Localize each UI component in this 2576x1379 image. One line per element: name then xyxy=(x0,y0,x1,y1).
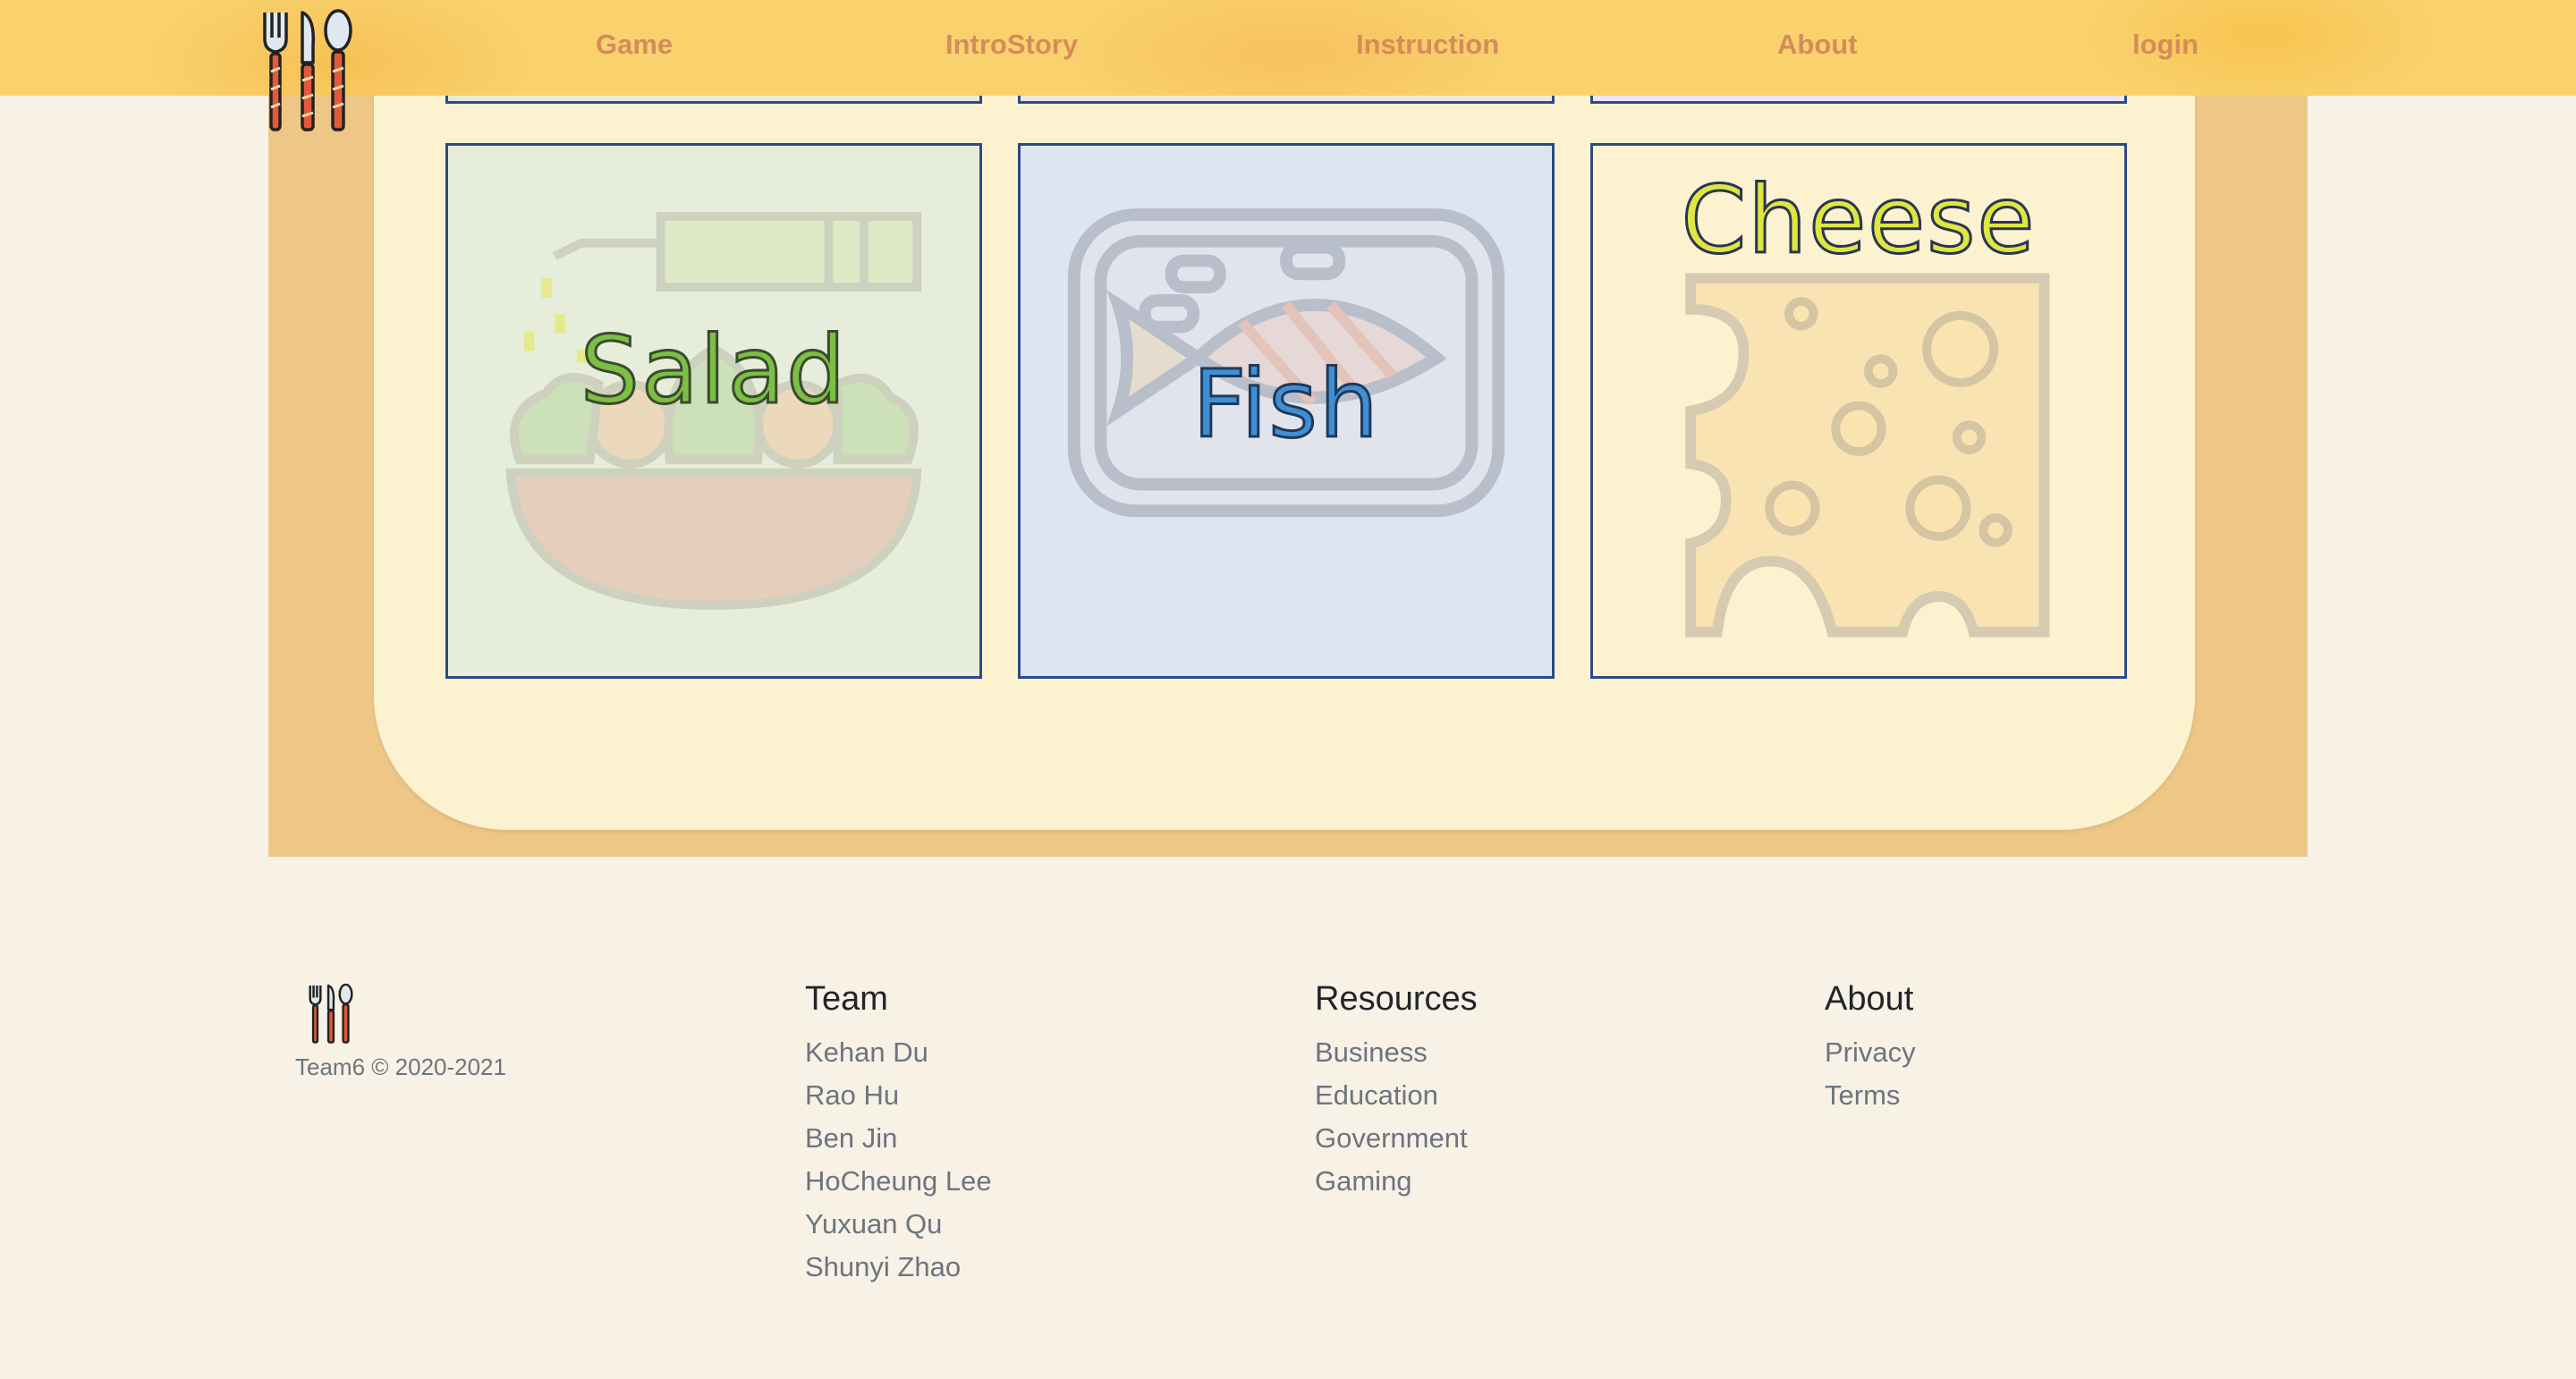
navbar: Game IntroStory Instruction About login xyxy=(0,0,2576,96)
food-card-fish[interactable]: Fish xyxy=(1018,143,1555,679)
footer-link[interactable]: Yuxuan Qu xyxy=(805,1203,992,1246)
footer-link[interactable]: HoCheung Lee xyxy=(805,1160,992,1203)
copyright-text: Team6 © 2020-2021 xyxy=(295,1053,506,1080)
food-card-salad[interactable]: Salad xyxy=(445,143,982,679)
nav-introstory[interactable]: IntroStory xyxy=(945,29,1078,61)
nav-login[interactable]: login xyxy=(2132,29,2199,61)
footer-link[interactable]: Shunyi Zhao xyxy=(805,1246,992,1289)
nav-about[interactable]: About xyxy=(1777,29,1858,61)
footer-column-about: About Privacy Terms xyxy=(1825,980,1916,1117)
card-title-salad: Salad xyxy=(579,315,848,427)
footer-link[interactable]: Terms xyxy=(1825,1074,1916,1117)
footer-column-team: Team Kehan Du Rao Hu Ben Jin HoCheung Le… xyxy=(805,980,992,1289)
footer-link[interactable]: Government xyxy=(1315,1117,1478,1160)
footer-link[interactable]: Business xyxy=(1315,1031,1478,1074)
footer-heading: Team xyxy=(805,980,888,1018)
footer-column-resources: Resources Business Education Government … xyxy=(1315,980,1478,1203)
menu-panel-inner: Salad Fish Cheese xyxy=(374,0,2195,830)
footer-link[interactable]: Kehan Du xyxy=(805,1031,992,1074)
footer-cutlery-logo-icon xyxy=(309,984,353,1044)
nav-instruction[interactable]: Instruction xyxy=(1356,29,1499,61)
footer-link[interactable]: Privacy xyxy=(1825,1031,1916,1074)
footer-link[interactable]: Ben Jin xyxy=(805,1117,992,1160)
footer-link[interactable]: Rao Hu xyxy=(805,1074,992,1117)
card-title-fish: Fish xyxy=(1191,349,1380,461)
footer-link[interactable]: Gaming xyxy=(1315,1160,1478,1203)
footer-heading: Resources xyxy=(1315,980,1478,1018)
footer-heading: About xyxy=(1825,980,1914,1018)
cutlery-logo-icon[interactable] xyxy=(261,9,354,134)
nav-game[interactable]: Game xyxy=(596,29,673,61)
food-card-cheese[interactable]: Cheese xyxy=(1590,143,2127,679)
footer-link[interactable]: Education xyxy=(1315,1074,1478,1117)
card-title-cheese: Cheese xyxy=(1680,165,2037,276)
